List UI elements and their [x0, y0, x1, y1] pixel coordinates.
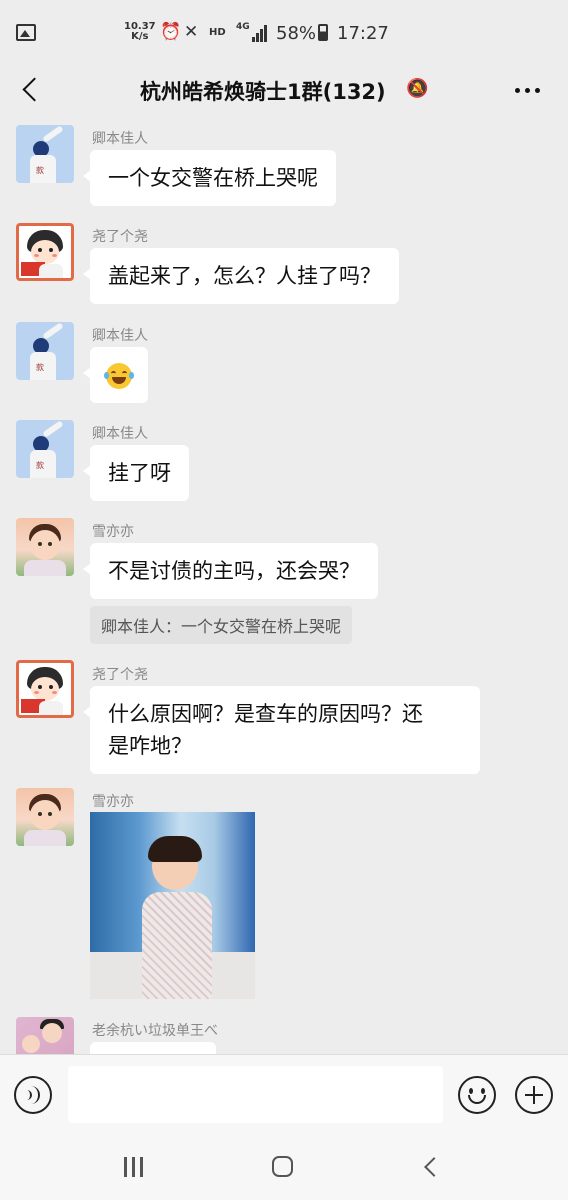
avatar[interactable]: 款 [16, 125, 74, 183]
emoji-button[interactable] [458, 1076, 496, 1114]
network-speed: 10.37 K/s [124, 22, 156, 42]
battery-icon [318, 24, 328, 41]
chat-title: 杭州皓希焕骑士1群(132) [140, 80, 386, 104]
recent-apps-button[interactable] [124, 1157, 146, 1177]
sender-name: 雪亦亦 [92, 524, 134, 540]
tears-of-joy-emoji-icon [104, 363, 134, 389]
message-bubble[interactable]: 盖起来了，怎么？人挂了吗？ [83, 248, 399, 304]
message-text-line: 是咋地？ [108, 734, 192, 758]
message-bubble[interactable]: 什么原因啊？是查车的原因吗？还 是咋地？ [83, 686, 480, 774]
chat-header: 杭州皓希焕骑士1群(132) 🔕 [0, 66, 568, 116]
battery-percent: 58% [276, 23, 317, 44]
hd-voice-indicator: HD [209, 27, 226, 38]
alarm-icon: ⏰ [160, 22, 182, 42]
system-back-button[interactable] [422, 1156, 442, 1178]
network-speed-unit: K/s [131, 31, 149, 42]
vibrate-icon: ✕ [184, 22, 199, 42]
mute-bell-icon: 🔕 [406, 78, 429, 99]
image-message[interactable] [90, 812, 255, 999]
status-bar: 10.37 K/s ⏰ ✕ HD 4G 58% 17:27 [0, 0, 568, 66]
message-bubble[interactable]: 一个女交警在桥上哭呢 [83, 150, 336, 206]
sender-name: 尧了个尧 [92, 229, 148, 245]
sender-name: 卿本佳人 [92, 328, 148, 344]
message-text-line: 什么原因啊？是查车的原因吗？还 [108, 702, 423, 726]
sender-name: 卿本佳人 [92, 131, 148, 147]
sender-name: 老余杭い垃圾单王べ [92, 1023, 218, 1039]
network-type: 4G [236, 22, 250, 32]
back-button[interactable] [20, 74, 44, 106]
message-list[interactable]: 款 卿本佳人 一个女交警在桥上哭呢 尧了个尧 盖起来了，怎么？人挂了吗？ 款 卿… [0, 116, 568, 1054]
message-bubble[interactable] [83, 347, 148, 403]
input-bar [0, 1054, 568, 1138]
gallery-notification-icon [16, 24, 36, 41]
quoted-message[interactable]: 卿本佳人：一个女交警在桥上哭呢 [90, 606, 353, 644]
clock: 17:27 [337, 23, 389, 44]
message-bubble[interactable]: 不是讨债的主吗，还会哭？ [83, 543, 378, 599]
voice-input-button[interactable] [14, 1076, 52, 1114]
avatar[interactable] [16, 788, 74, 846]
sender-name: 雪亦亦 [92, 794, 134, 810]
message-bubble[interactable]: 挂了呀 [83, 445, 189, 501]
avatar[interactable]: 款 [16, 420, 74, 478]
sender-name: 卿本佳人 [92, 426, 148, 442]
sender-name: 尧了个尧 [92, 667, 148, 683]
more-actions-button[interactable] [515, 1076, 553, 1114]
avatar[interactable] [16, 1017, 74, 1054]
message-bubble[interactable] [90, 1042, 216, 1054]
signal-strength-icon [252, 24, 268, 42]
more-options-button[interactable] [512, 74, 544, 106]
home-button[interactable] [272, 1156, 293, 1177]
avatar[interactable] [16, 223, 74, 281]
avatar[interactable]: 款 [16, 322, 74, 380]
message-input[interactable] [68, 1066, 443, 1123]
avatar[interactable] [16, 660, 74, 718]
system-nav-bar [0, 1138, 568, 1200]
avatar[interactable] [16, 518, 74, 576]
